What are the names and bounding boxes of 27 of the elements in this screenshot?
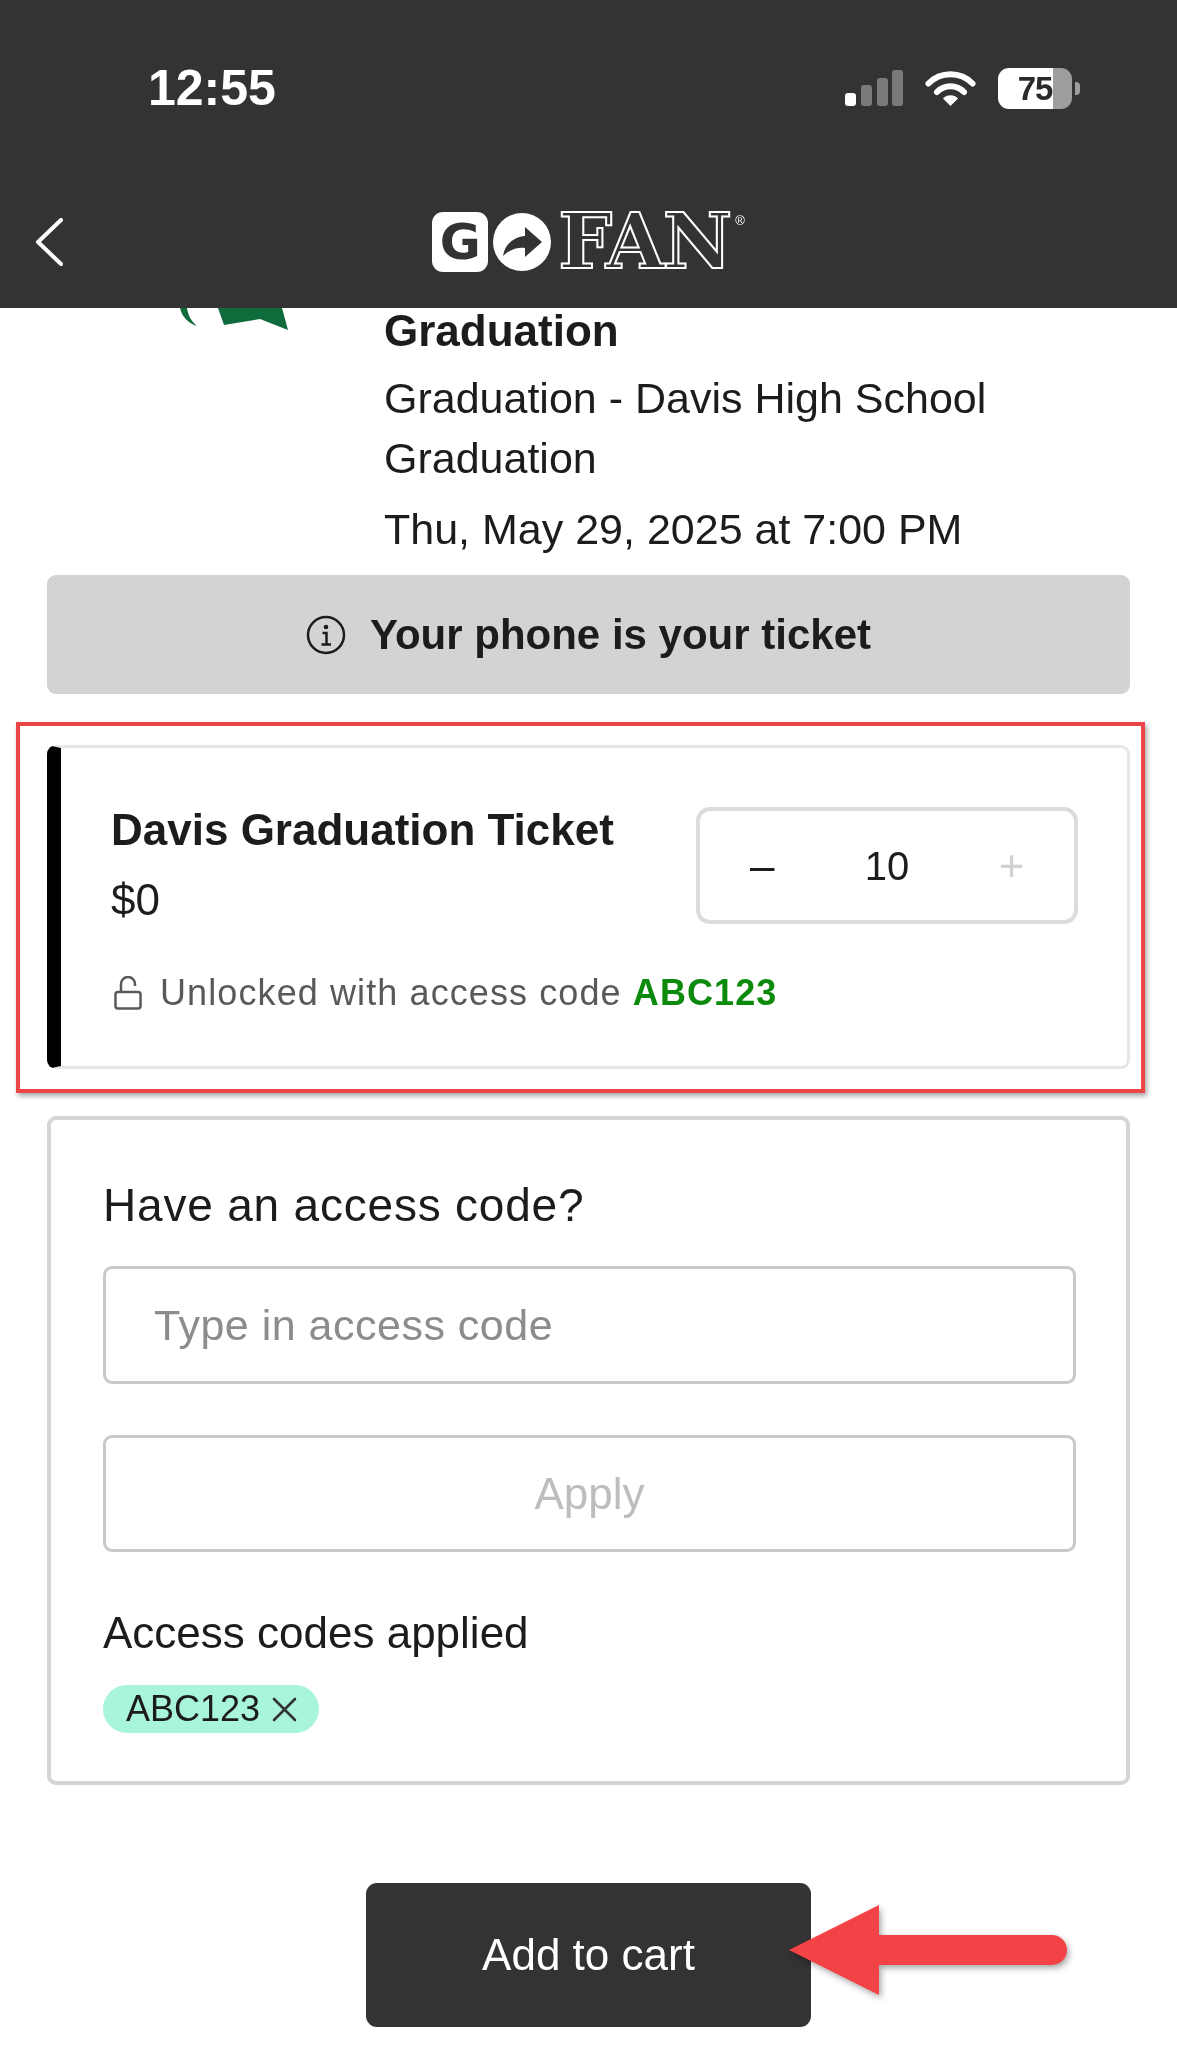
registered-mark: ®	[735, 214, 745, 227]
logo-letter: G	[432, 212, 489, 272]
wifi-icon	[924, 69, 977, 107]
unlock-note: Unlocked with access code ABC123	[160, 975, 778, 1011]
quantity-value: 10	[864, 845, 910, 886]
ticket-price: $0	[111, 876, 161, 924]
applied-codes-label: Access codes applied	[103, 1607, 530, 1659]
notice-text: Your phone is your ticket	[370, 613, 871, 656]
decrement-button[interactable]: –	[750, 843, 775, 888]
event-subtitle: Graduation - Davis High School Graduation	[384, 373, 988, 484]
back-icon[interactable]	[34, 218, 64, 266]
arrow-circle-icon	[493, 213, 552, 271]
event-date: Thu, May 29, 2025 at 7:00 PM	[384, 504, 964, 555]
access-code-field[interactable]: Type in access code	[103, 1266, 1076, 1384]
ticket-name: Davis Graduation Ticket	[111, 806, 614, 854]
logo-wordmark: FAN	[558, 212, 731, 272]
info-icon	[306, 614, 346, 655]
add-to-cart-button[interactable]: Add to cart	[366, 1883, 811, 2027]
emblem-fragment-icon	[180, 308, 288, 330]
signal-icon	[845, 70, 903, 106]
battery-indicator: 75	[998, 67, 1080, 109]
event-title: Graduation	[384, 309, 620, 353]
close-icon[interactable]	[272, 1696, 298, 1722]
status-time: 12:55	[148, 63, 276, 113]
access-code-heading: Have an access code?	[103, 1179, 586, 1231]
code-chip-label: ABC123	[126, 1691, 261, 1727]
unlock-icon	[114, 976, 142, 1010]
